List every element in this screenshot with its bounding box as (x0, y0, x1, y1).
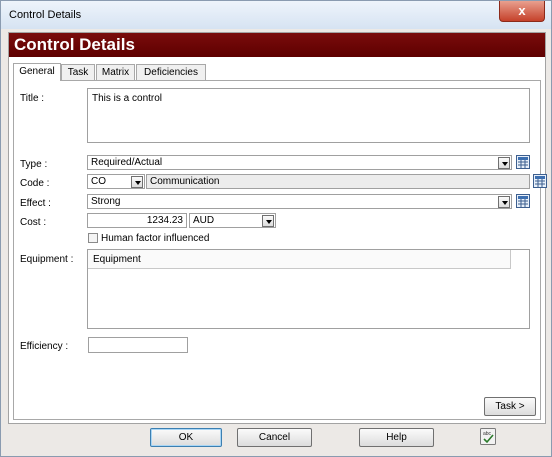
currency-select[interactable]: AUD (189, 213, 276, 228)
cost-value: 1234.23 (146, 215, 183, 226)
type-select[interactable]: Required/Actual (87, 155, 512, 170)
code-lookup-icon[interactable] (533, 174, 547, 188)
code-description: Communication (150, 176, 220, 187)
close-button[interactable]: x (499, 1, 545, 22)
svg-text:abc: abc (483, 431, 492, 437)
equipment-column-header[interactable]: Equipment (88, 250, 511, 269)
effect-value: Strong (91, 196, 121, 207)
type-lookup-icon[interactable] (516, 155, 530, 169)
effect-select[interactable]: Strong (87, 194, 512, 209)
human-factor-label: Human factor influenced (101, 233, 210, 244)
general-panel: Title : This is a control Type : Require… (13, 80, 547, 420)
currency-value: AUD (193, 215, 215, 226)
cancel-button[interactable]: Cancel (237, 428, 312, 447)
cost-input[interactable]: 1234.23 (87, 213, 187, 228)
window-title: Control Details (9, 9, 82, 21)
currency-dropdown-icon[interactable] (262, 215, 274, 227)
type-value: Required/Actual (91, 157, 163, 168)
title-label: Title : (20, 93, 45, 104)
banner-title: Control Details (14, 35, 135, 54)
efficiency-input[interactable] (88, 337, 188, 353)
cost-label: Cost : (20, 217, 47, 228)
human-factor-checkbox[interactable] (88, 233, 98, 243)
effect-dropdown-icon[interactable] (498, 196, 510, 208)
tab-task[interactable]: Task (61, 64, 95, 80)
dialog-content: Control Details General Task Matrix Defi… (8, 32, 547, 424)
effect-lookup-icon[interactable] (516, 194, 530, 208)
title-bar: Control Details x (1, 1, 551, 29)
equipment-column-label: Equipment (93, 254, 141, 265)
ok-button[interactable]: OK (150, 428, 222, 447)
title-value: This is a control (92, 93, 163, 104)
tab-matrix[interactable]: Matrix (96, 64, 135, 80)
code-label: Code : (20, 178, 50, 189)
code-dropdown-icon[interactable] (131, 176, 143, 188)
efficiency-label: Efficiency : (20, 341, 69, 352)
tab-deficiencies[interactable]: Deficiencies (136, 64, 206, 80)
effect-label: Effect : (20, 198, 51, 209)
code-select[interactable]: CO (87, 174, 145, 189)
tab-general[interactable]: General (13, 63, 61, 81)
task-next-button[interactable]: Task > (484, 397, 536, 416)
dialog-window: Control Details x Control Details Genera… (0, 0, 552, 457)
help-button[interactable]: Help (359, 428, 434, 447)
spellcheck-icon[interactable]: abc (480, 428, 496, 445)
equipment-grid[interactable]: Equipment (87, 249, 530, 329)
type-dropdown-icon[interactable] (498, 157, 510, 169)
code-description-field: Communication (146, 174, 530, 189)
title-textarea[interactable]: This is a control (87, 88, 530, 143)
header-banner: Control Details (9, 33, 545, 57)
equipment-label: Equipment : (20, 254, 74, 265)
code-value: CO (91, 176, 106, 187)
type-label: Type : (20, 159, 48, 170)
